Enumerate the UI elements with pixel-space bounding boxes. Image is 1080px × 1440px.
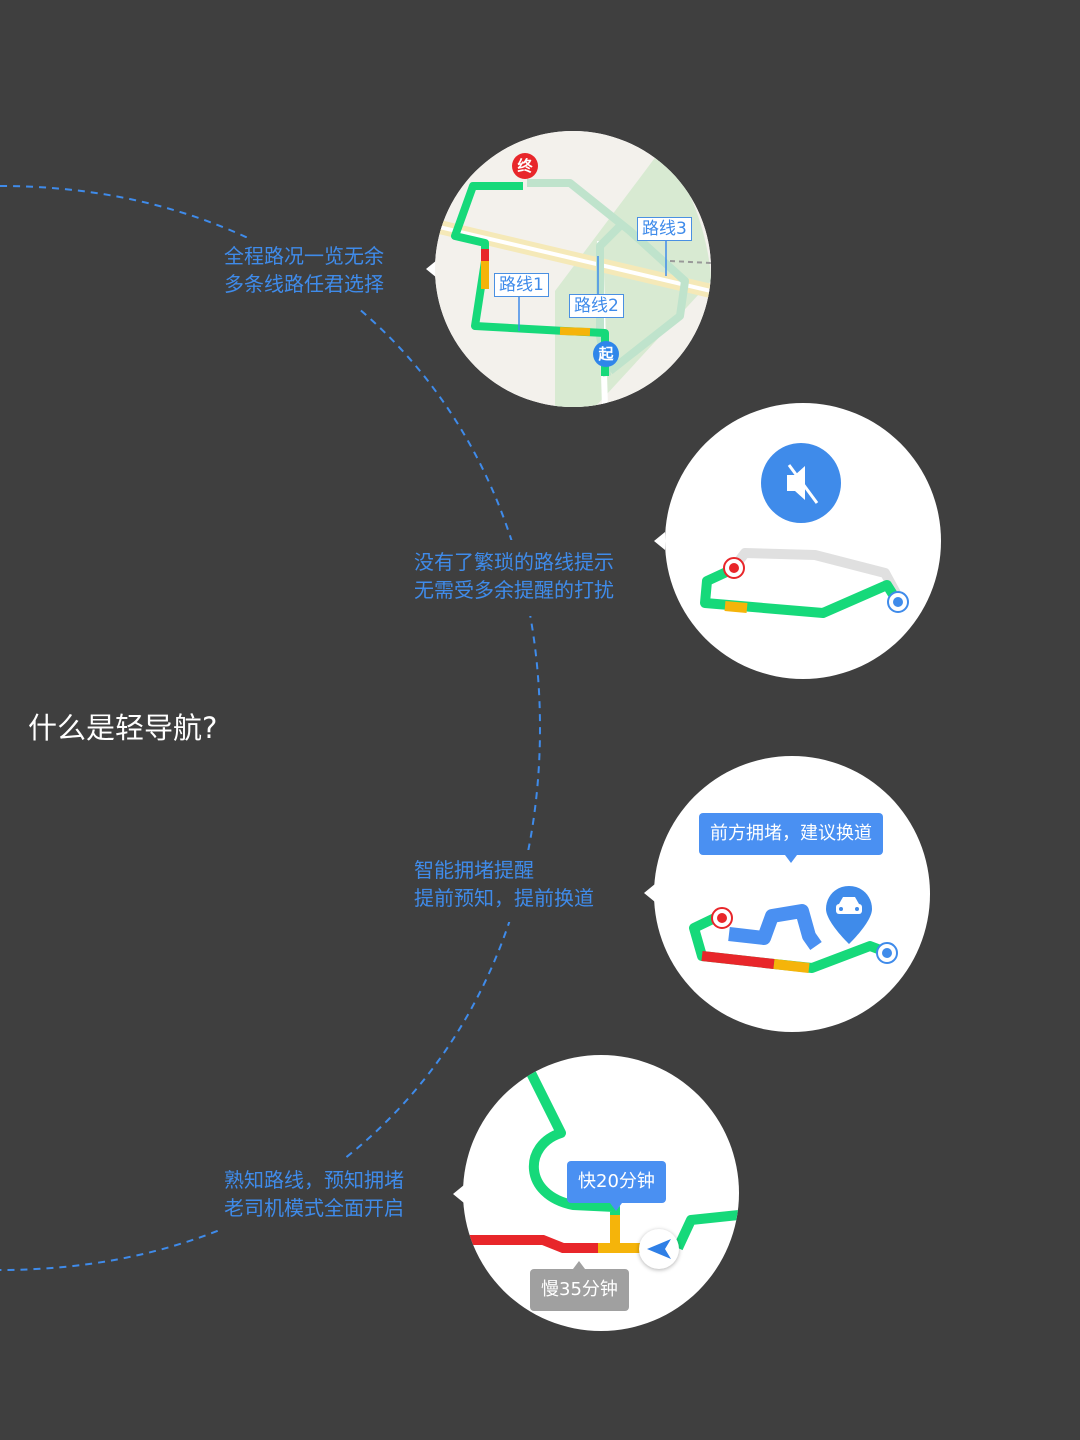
navigation-arrow-icon	[639, 1229, 679, 1269]
feature-1-caption-line-2: 多条线路任君选择	[224, 272, 384, 296]
start-pin-icon: 起	[593, 341, 619, 367]
feature-2-caption-line-1: 没有了繁琐的路线提示	[414, 550, 614, 574]
fast-route-bubble: 快20分钟	[567, 1161, 666, 1211]
route-2-label: 路线2	[569, 294, 624, 318]
feature-3-caption-line-2: 提前预知，提前换道	[414, 886, 594, 910]
route-3-label: 路线3	[637, 217, 692, 241]
feature-2-caption-line-2: 无需受多余提醒的打扰	[414, 578, 614, 602]
feature-2-circle	[665, 403, 941, 679]
feature-3-caption-line-1: 智能拥堵提醒	[414, 858, 534, 882]
congestion-alert-bubble: 前方拥堵，建议换道	[699, 813, 883, 863]
feature-3-circle: 前方拥堵，建议换道	[654, 756, 930, 1032]
feature-2-caption: 没有了繁琐的路线提示 无需受多余提醒的打扰	[414, 548, 614, 604]
route-1-label: 路线1	[494, 273, 549, 297]
end-pin-icon: 终	[512, 153, 538, 179]
feature-2-pointer	[654, 532, 665, 550]
slow-route-bubble: 慢35分钟	[530, 1261, 629, 1311]
page-title: 什么是轻导航?	[28, 711, 218, 745]
feature-1-caption-line-1: 全程路况一览无余	[224, 244, 384, 268]
silent-route-illustration	[700, 548, 909, 618]
feature-1-caption: 全程路况一览无余 多条线路任君选择	[224, 242, 384, 298]
feature-4-circle: 快20分钟 慢35分钟	[463, 1055, 739, 1331]
feature-1-map-circle: 路线1 路线2 路线3 终 起	[435, 131, 711, 407]
feature-4-caption: 熟知路线，预知拥堵 老司机模式全面开启	[224, 1166, 404, 1222]
congestion-route-illustration	[689, 904, 898, 973]
feature-4-caption-line-2: 老司机模式全面开启	[224, 1196, 404, 1220]
car-icon	[824, 884, 874, 946]
feature-4-caption-line-1: 熟知路线，预知拥堵	[224, 1168, 404, 1192]
feature-3-caption: 智能拥堵提醒 提前预知，提前换道	[414, 856, 594, 912]
route-map-illustration	[435, 131, 711, 407]
